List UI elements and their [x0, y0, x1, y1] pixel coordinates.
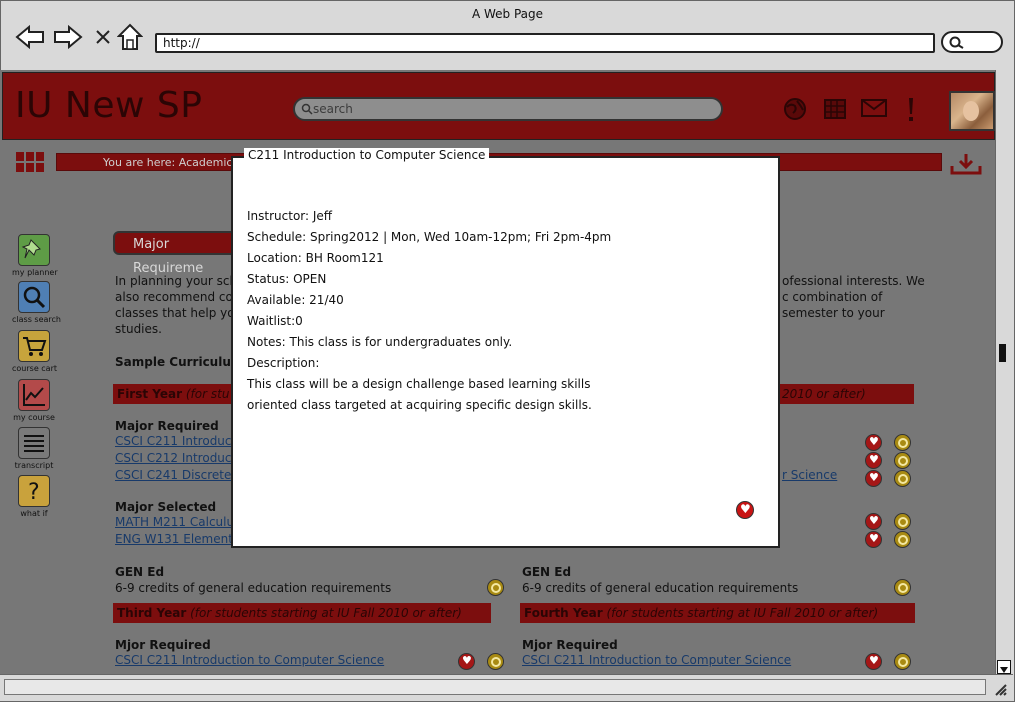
- description-text: This class will be a design challenge ba…: [247, 377, 591, 391]
- url-field[interactable]: http://: [155, 33, 935, 53]
- sample-curriculum-heading: Sample Curriculum: [115, 355, 244, 369]
- course-link[interactable]: MATH M211 Calculus: [115, 515, 240, 529]
- available-text: Available: 21/40: [247, 293, 344, 307]
- back-arrow-icon[interactable]: [15, 25, 45, 49]
- scroll-down-button[interactable]: [997, 660, 1011, 674]
- magnifier-icon[interactable]: [487, 653, 504, 670]
- major-required-heading: Mjor Required: [522, 638, 618, 652]
- status-field: [4, 679, 986, 695]
- magnifier-icon[interactable]: [894, 653, 911, 670]
- sidebar-item-transcript[interactable]: transcript: [12, 427, 56, 470]
- sidebar-item-course-cart[interactable]: course cart: [12, 330, 58, 373]
- major-required-heading: Mjor Required: [115, 638, 211, 652]
- svg-text:?: ?: [28, 480, 40, 505]
- favorite-heart-icon[interactable]: [865, 531, 882, 548]
- description-text: oriented class targeted at acquiring spe…: [247, 398, 592, 412]
- favorite-heart-icon[interactable]: [865, 434, 882, 451]
- sidebar-label: course cart: [12, 364, 58, 373]
- course-link[interactable]: CSCI C241 Discrete: [115, 468, 231, 482]
- sidebar-label: what if: [20, 509, 48, 518]
- intro-text: In planning your sche also recommend cor…: [115, 274, 245, 336]
- favorite-heart-icon[interactable]: [865, 513, 882, 530]
- question-icon: ?: [18, 475, 50, 507]
- sidebar-item-my-course[interactable]: my course: [12, 379, 56, 422]
- list-icon: [18, 427, 50, 459]
- third-year-bar: Third Year (for students starting at IU …: [113, 603, 491, 623]
- waitlist-text: Waitlist:0: [247, 314, 303, 328]
- course-detail-body: Instructor: Jeff Schedule: Spring2012 | …: [247, 206, 611, 416]
- magnifier-icon[interactable]: [894, 579, 911, 596]
- fourth-year-bar: Fourth Year (for students starting at IU…: [520, 603, 915, 623]
- chart-icon: [18, 379, 50, 411]
- notes-text: Notes: This class is for undergraduates …: [247, 335, 513, 349]
- resize-grip-icon[interactable]: [990, 679, 1008, 697]
- page-scrollbar[interactable]: [995, 70, 1011, 674]
- intro-text-right: ofessional interests. We c combination o…: [782, 274, 925, 320]
- forward-arrow-icon[interactable]: [53, 25, 83, 49]
- favorite-heart-icon[interactable]: [736, 501, 754, 519]
- description-label: Description:: [247, 356, 320, 370]
- site-title[interactable]: IU New SP: [15, 85, 202, 126]
- gen-ed-text: 6-9 credits of general education require…: [115, 581, 392, 595]
- search-icon: [949, 36, 964, 49]
- sidebar-item-what-if[interactable]: ? what if: [12, 475, 56, 518]
- modal-title: C211 Introduction to Computer Science: [244, 148, 490, 162]
- site-search-input[interactable]: search: [293, 97, 723, 121]
- status-text: Status: OPEN: [247, 272, 327, 286]
- schedule-text: Schedule: Spring2012 | Mon, Wed 10am-12p…: [247, 230, 612, 244]
- sidebar-item-my-planner[interactable]: my planner: [12, 234, 58, 277]
- magnifier-icon[interactable]: [894, 434, 911, 451]
- cart-icon: [18, 330, 50, 362]
- magnifier-icon[interactable]: [487, 579, 504, 596]
- home-icon[interactable]: [117, 23, 143, 51]
- sidebar-label: my planner: [12, 268, 58, 277]
- magnifier-icon[interactable]: [894, 513, 911, 530]
- apps-grid-icon[interactable]: [14, 150, 50, 174]
- major-requirements-tab[interactable]: Major Requireme: [113, 231, 243, 276]
- search-icon: [301, 103, 313, 115]
- browser-search-field[interactable]: [941, 31, 1003, 53]
- sidebar-label: my course: [13, 413, 55, 422]
- window-title: A Web Page: [471, 7, 544, 21]
- course-link[interactable]: CSCI C211 Introduc: [115, 434, 232, 448]
- status-bar: [0, 674, 1013, 701]
- location-text: Location: BH Room121: [247, 251, 384, 265]
- alert-icon[interactable]: [905, 97, 917, 123]
- calendar-icon[interactable]: [823, 97, 847, 121]
- search-placeholder: search: [313, 102, 353, 116]
- scrollbar-thumb[interactable]: [999, 344, 1006, 362]
- favorite-heart-icon[interactable]: [865, 470, 882, 487]
- magnifier-icon[interactable]: [894, 531, 911, 548]
- course-link[interactable]: CSCI C211 Introduction to Computer Scien…: [522, 653, 791, 667]
- sidebar-item-class-search[interactable]: class search: [12, 281, 61, 324]
- favorite-heart-icon[interactable]: [458, 653, 475, 670]
- close-icon[interactable]: [95, 29, 111, 45]
- course-link[interactable]: CSCI C211 Introduction to Computer Scien…: [115, 653, 384, 667]
- avatar[interactable]: [949, 91, 995, 131]
- site-header: IU New SP search: [2, 72, 995, 140]
- globe-icon[interactable]: [783, 97, 807, 121]
- second-year-bar: 2010 or after): [778, 384, 914, 404]
- sidebar-label: class search: [12, 315, 61, 324]
- instructor-text: Instructor: Jeff: [247, 209, 333, 223]
- major-selected-heading: Major Selected: [115, 500, 217, 514]
- magnifier-icon: [18, 281, 50, 313]
- mail-icon[interactable]: [860, 97, 888, 119]
- sidebar-label: transcript: [14, 461, 54, 470]
- gen-ed-text: 6-9 credits of general education require…: [522, 581, 799, 595]
- first-year-bar: First Year (for stu: [113, 384, 233, 404]
- favorite-heart-icon[interactable]: [865, 452, 882, 469]
- magnifier-icon[interactable]: [894, 470, 911, 487]
- course-detail-modal: Instructor: Jeff Schedule: Spring2012 | …: [231, 156, 780, 548]
- magnifier-icon[interactable]: [894, 452, 911, 469]
- download-icon[interactable]: [950, 152, 982, 176]
- gen-ed-heading: GEN Ed: [115, 565, 165, 579]
- pushpin-icon: [18, 234, 50, 266]
- gen-ed-heading: GEN Ed: [522, 565, 572, 579]
- course-link[interactable]: ENG W131 Elemente: [115, 532, 240, 546]
- major-required-heading: Major Required: [115, 419, 219, 433]
- course-link[interactable]: r Science: [782, 468, 837, 482]
- course-link[interactable]: CSCI C212 Introduc: [115, 451, 232, 465]
- favorite-heart-icon[interactable]: [865, 653, 882, 670]
